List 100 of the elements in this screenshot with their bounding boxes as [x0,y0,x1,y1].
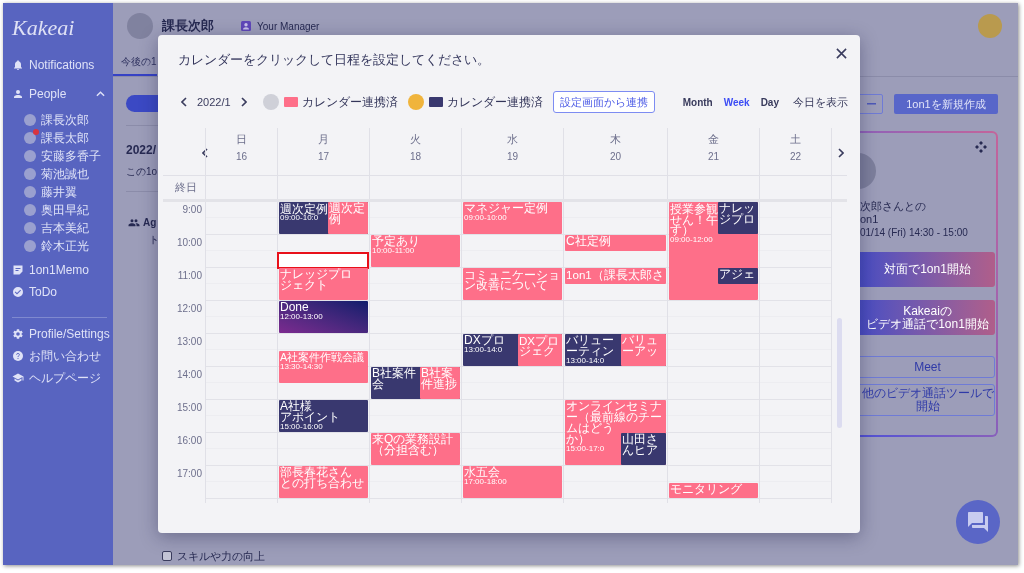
calendar-event[interactable]: ナレッジプロ ジェクト [279,268,368,300]
calendar-event[interactable]: モニタリング [669,482,758,498]
selected-time-slot[interactable] [277,251,369,269]
person-link[interactable]: 課長次郎 [24,111,89,129]
event-title: 週次定 [329,203,365,214]
chevron-left-icon[interactable] [202,148,208,158]
calendar-event[interactable]: 部長春花さん との打ち合わせ [279,466,368,498]
person-link[interactable]: 安藤多香子 [24,147,101,165]
person-link[interactable]: 吉本美紀 [24,219,89,237]
event-title: せん！午 [670,214,718,225]
event-title: マネジャー定例 [464,203,548,214]
event-title: 週次定例 [280,203,328,214]
nav-link[interactable]: Profile/Settings [12,323,110,345]
calendar-event[interactable]: ナレッ ジプロ [718,202,758,234]
time-label: 12:00 [176,303,202,315]
avatar [262,94,279,110]
nav-link[interactable]: People [12,83,105,105]
view-tab[interactable]: Week [723,94,750,110]
four-diamonds-icon[interactable] [975,141,987,153]
chevron-right-icon[interactable] [240,97,247,107]
nav-link[interactable]: お問い合わせ [12,345,101,367]
event-title: す） [670,225,694,236]
event-title: バリュー [566,335,614,346]
calendar-status: カレンダー連携済 [301,94,398,111]
chevron-right-icon[interactable] [837,148,844,158]
event-title: 山田さ [622,434,658,445]
calendar-event[interactable]: A社様 アポイント 15:00-16:00 [279,400,368,432]
event-title: ーアッ [622,346,658,357]
weekday-label: 水 [507,133,518,145]
event-title: DXプロ [464,335,505,346]
time-label: 15:00 [176,402,202,414]
avatar [24,114,36,126]
event-title: B社案件 [372,368,416,379]
app-logo: Kakeai [12,16,75,40]
event-title: バリュ [622,335,658,346]
today-button[interactable]: 今日を表示 [793,93,848,111]
person-link[interactable]: 課長太郎 [24,129,89,147]
checklist-label: スキルや力の向上 [177,548,265,564]
calendar-event[interactable]: 水五会 17:00-18:00 [463,466,562,498]
calendar-event[interactable]: 予定あり 10:00-11:00 [371,235,460,267]
calendar-event[interactable]: バリュ ーアッ [621,334,666,366]
nav-link[interactable]: ヘルプページ [12,367,101,389]
nav-link[interactable]: ToDo [12,281,57,303]
event-title: アジェ [719,269,755,280]
event-title: A社案件作戦会議 [280,351,365,363]
person-link[interactable]: 菊池誠也 [24,165,89,183]
event-time: 15:00-17:0 [566,445,605,453]
person-link[interactable]: 鈴木正光 [24,237,89,255]
user-name: 課長次郎 [162,17,214,36]
checkbox[interactable] [162,551,172,561]
event-title: ジプロ [719,214,755,225]
time-label: 10:00 [176,237,202,249]
create-button[interactable]: 1on1を新規作成 [894,94,998,114]
nav-link[interactable]: 1on1Memo [12,259,90,281]
time-label: 11:00 [177,270,202,282]
weekday-label: 月 [318,133,329,145]
event-title: DXプロ [519,335,560,346]
person-link[interactable]: 藤井翼 [24,183,77,201]
event-title: C社定例 [566,236,611,247]
chat-button[interactable] [956,500,1000,544]
calendar-event[interactable]: DXプロ ジェク [518,334,562,366]
calendar-event[interactable]: A社案件作戦会議 13:30-14:30 [279,350,368,383]
event-title: 会 [372,379,384,390]
calendar-event[interactable]: アジェ [718,268,758,284]
calendar-event[interactable]: B社案 件進捗 [420,367,460,399]
event-title: ジェク [519,346,555,357]
view-tab[interactable]: Day [760,94,779,110]
chevron-up-icon[interactable] [96,91,105,97]
note-icon [12,264,24,276]
calendar-event[interactable]: マネジャー定例 09:00-10:00 [463,202,562,234]
calendar-event[interactable]: 1on1（課長太郎さ [565,268,666,284]
meeting-title: 次郎さんとの [860,200,926,213]
event-title: ムはどう [566,423,614,434]
calendar-event[interactable]: コミュニケーショ ン改善について [463,268,562,300]
manager-badge-icon [241,21,251,31]
calendar-event[interactable]: Done 12:00-13:00 [279,301,368,333]
calendar-event[interactable]: 来Qの業務設計 （分担含む） [371,433,460,465]
nav-link[interactable]: Notifications [12,54,95,76]
avatar [24,150,36,162]
event-title: との打ち合わせ [280,478,364,489]
calendar-event[interactable]: 山田さ んヒア [621,433,666,465]
connect-button[interactable]: 設定画面から連携 [552,91,655,113]
event-title: モニタリング [670,483,742,495]
agenda-text: ト [149,234,159,246]
view-tab[interactable]: Month [682,94,713,110]
person-link[interactable]: 奥田早紀 [24,201,89,219]
avatar [24,222,36,234]
time-label: 9:00 [182,204,202,216]
calendar-event[interactable]: 週次定 例 [328,202,368,234]
people-icon [128,217,140,227]
event-title: 1on1（課長太郎さ [566,269,664,280]
calendar-event[interactable]: C社定例 [565,235,666,251]
close-icon[interactable] [836,48,847,59]
chevron-left-icon[interactable] [181,97,187,107]
avatar [978,14,1002,38]
period-label: 2022/1 [197,94,231,110]
date-label: 16 [235,151,248,163]
event-title: か） [566,434,590,445]
event-time: 17:00-18:00 [464,478,507,486]
meeting-datetime: 01/14 (Fri) 14:30 - 15:00 [860,226,968,239]
